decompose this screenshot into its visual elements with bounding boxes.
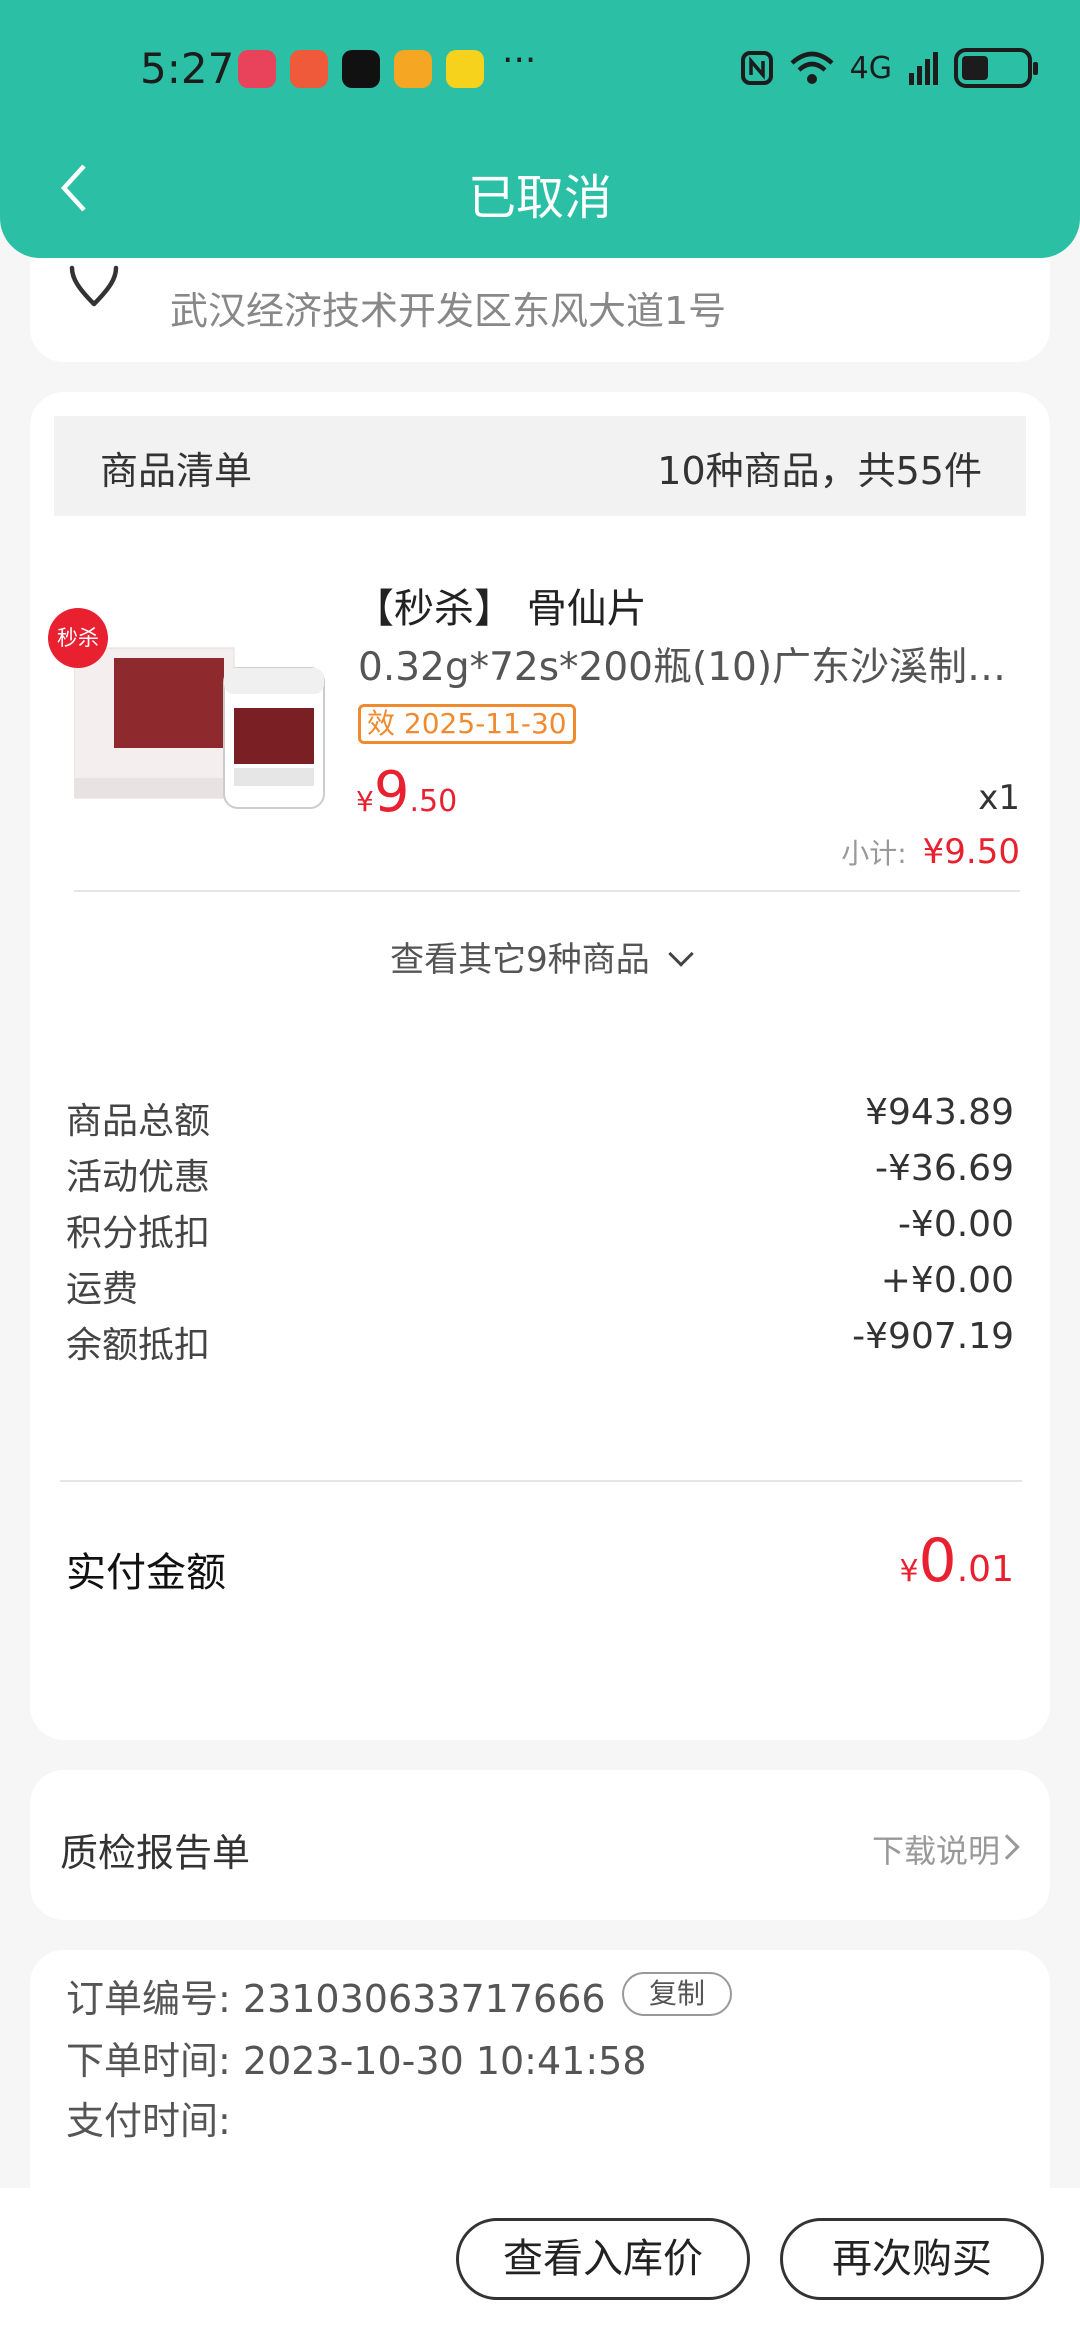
tiktok-icon [342,50,380,88]
yy-app-icon [446,50,484,88]
battery-icon [954,48,1038,88]
status-app-icons [238,50,484,88]
huawei-app-icon [238,50,276,88]
qc-report-label: 质检报告单 [60,1831,251,1875]
expiry-tag: 效 2025-11-30 [358,704,576,744]
paid-integer: 0 [918,1526,957,1596]
fee-label: 余额抵扣 [66,1325,211,1366]
product-spec: 0.32g*72s*200瓶(10)广东沙溪制药有限公司 [358,645,1038,690]
price-integer: 9 [373,760,410,825]
goods-list-header: 商品清单 10种商品，共55件 [54,416,1026,516]
shopping-app-icon [290,50,328,88]
product-name[interactable]: 【秒杀】 骨仙片 [354,576,647,634]
seckill-badge: 秒杀 [48,608,108,668]
goods-card: 商品清单 10种商品，共55件 秒杀 【秒杀】 骨仙片 0.32g*72s*20… [30,392,1050,1740]
fee-value: +¥0.00 [880,1260,1014,1301]
fee-value: -¥907.19 [852,1316,1014,1357]
fee-label: 积分抵扣 [66,1213,211,1254]
paid-amount-value: ¥0.01 [899,1526,1014,1596]
network-type: 4G [849,50,892,86]
status-bar: 5:27 ··· 4G [0,0,1080,140]
signal-icon [909,52,938,85]
fee-value: ¥943.89 [865,1092,1014,1133]
address-card[interactable]: 武汉经济技术开发区东风大道1号 [30,258,1050,362]
copy-button[interactable]: 复制 [622,1972,732,2016]
view-stock-price-button[interactable]: 查看入库价 [456,2218,750,2300]
pay-time-label: 支付时间: [66,2099,231,2143]
wifi-icon [790,51,834,84]
paid-currency: ¥ [899,1554,919,1589]
subtotal-label: 小计: [841,837,907,870]
order-time-label: 下单时间: [66,2039,231,2083]
pay-time-row: 支付时间: [66,2090,231,2145]
goods-list-label: 商品清单 [100,449,253,493]
address-text: 武汉经济技术开发区东风大道1号 [170,289,727,333]
paid-decimal: .01 [956,1549,1014,1590]
qc-report-card[interactable]: 质检报告单 下载说明 [30,1770,1050,1920]
product-price: ¥9.50 [356,760,457,825]
page-title: 已取消 [467,170,612,226]
fee-value: -¥36.69 [875,1148,1014,1189]
fee-label: 商品总额 [66,1101,211,1142]
divider [74,890,1020,892]
status-time: 5:27 [140,44,235,93]
download-instructions-link[interactable]: 下载说明 [872,1826,1000,1872]
subtotal-value: ¥9.50 [922,832,1020,872]
product-subtotal: 小计: ¥9.50 [841,832,1020,872]
nfc-icon [740,51,773,85]
view-more-goods-button[interactable]: 查看其它9种商品 [30,932,1050,981]
video-app-icon [394,50,432,88]
bottom-action-bar: 查看入库价 再次购买 [0,2188,1080,2340]
product-image[interactable] [74,628,342,828]
order-number-value: 231030633717666 [242,1977,606,2021]
order-number-row: 订单编号: 231030633717666 [66,1968,606,2023]
order-time-value: 2023-10-30 10:41:58 [242,2039,647,2083]
price-currency: ¥ [356,785,374,818]
product-quantity: x1 [978,778,1020,818]
order-time-row: 下单时间: 2023-10-30 10:41:58 [66,2030,647,2085]
chevron-down-icon [668,941,694,967]
price-decimal: .50 [409,784,458,819]
location-pin-icon [69,265,119,307]
fee-label: 活动优惠 [66,1157,211,1198]
buy-again-button[interactable]: 再次购买 [780,2218,1044,2300]
divider [60,1480,1022,1482]
goods-count: 10种商品，共55件 [657,449,982,493]
status-right: 4G [740,48,1038,88]
paid-amount-label: 实付金额 [66,1550,226,1596]
fee-label: 运费 [66,1269,139,1310]
fee-value: -¥0.00 [897,1204,1014,1245]
header-bar: 5:27 ··· 4G 已取消 [0,0,1080,258]
order-number-label: 订单编号: [66,1977,231,2021]
more-notifications-icon: ··· [502,40,537,81]
view-more-goods-label: 查看其它9种商品 [390,940,650,980]
